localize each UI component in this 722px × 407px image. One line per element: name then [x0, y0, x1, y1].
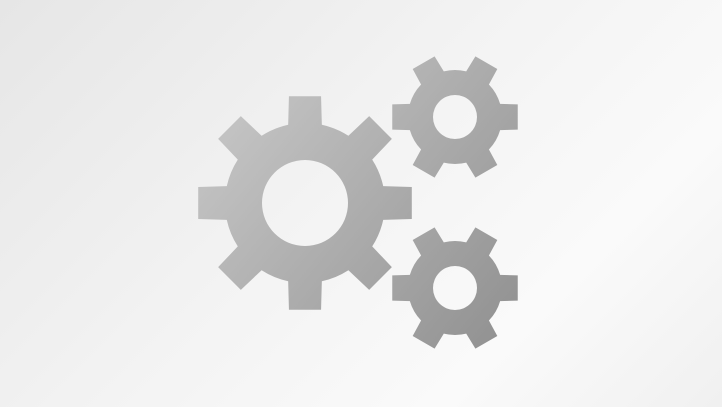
large-gear-icon: [198, 96, 412, 310]
small-gear-top-icon: [392, 56, 518, 178]
gears-icon: [198, 56, 518, 349]
small-gear-bottom-icon: [392, 227, 518, 349]
settings-illustration: [0, 0, 722, 407]
